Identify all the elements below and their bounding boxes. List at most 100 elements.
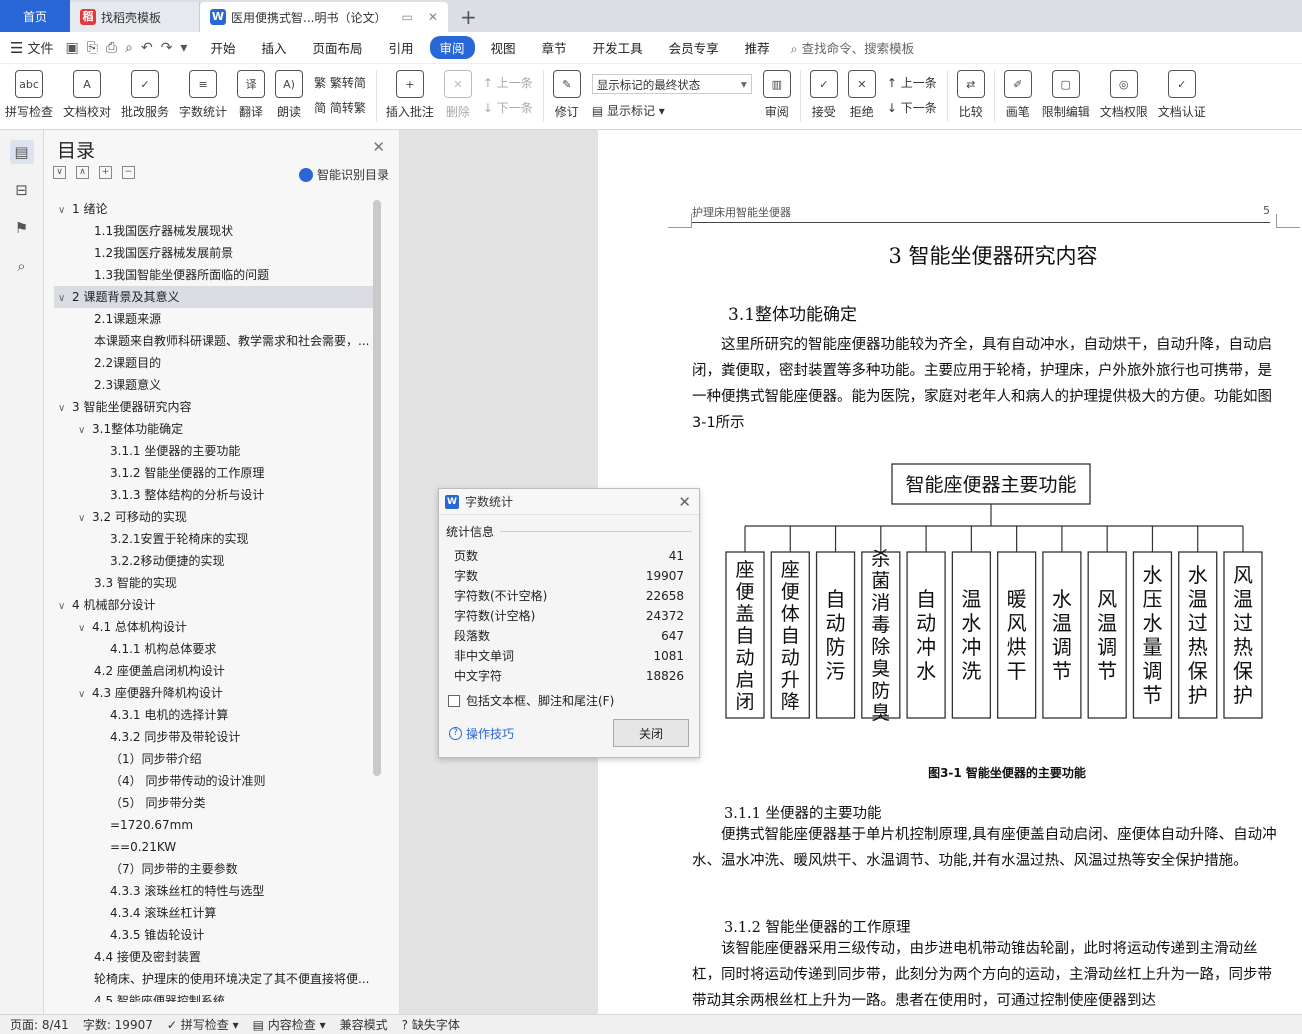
toc-item[interactable]: ∨ 1 绪论 bbox=[54, 198, 374, 220]
dialog-close-icon[interactable]: ✕ bbox=[678, 493, 691, 511]
toc-item[interactable]: ∨ 3 智能坐便器研究内容 bbox=[54, 396, 374, 418]
toc-item[interactable]: 3.2.2移动便捷的实现 bbox=[54, 550, 374, 572]
simp-to-trad-button[interactable]: 简 简转繁 bbox=[314, 99, 366, 116]
toc-item[interactable]: 本课题来自教师科研课题、教学需求和社会需要，... bbox=[54, 330, 374, 352]
prev-revision-button[interactable]: ↑ 上一条 bbox=[887, 74, 937, 91]
checkbox-box[interactable] bbox=[448, 694, 460, 707]
toc-item[interactable]: （7）同步带的主要参数 bbox=[54, 858, 374, 880]
include-textbox-checkbox[interactable]: 包括文本框、脚注和尾注(F) bbox=[448, 692, 690, 709]
expand-all-icon[interactable]: ∧ bbox=[76, 166, 89, 179]
file-menu[interactable]: ☰ 文件 bbox=[10, 38, 53, 58]
toc-item[interactable]: 2.3课题意义 bbox=[54, 374, 374, 396]
doc-proof-button[interactable]: A 文档校对 bbox=[58, 70, 116, 120]
toc-item[interactable]: 3.3 智能的实现 bbox=[54, 572, 374, 594]
chevron-down-icon[interactable]: ∨ bbox=[78, 508, 92, 528]
search-icon[interactable]: ⌕ bbox=[10, 254, 34, 278]
revise-button[interactable]: ✎ 修订 bbox=[548, 70, 586, 120]
dialog-close-button[interactable]: 关闭 bbox=[613, 719, 689, 747]
toc-item[interactable]: 4.3.5 锥齿轮设计 bbox=[54, 924, 374, 946]
redo-icon[interactable]: ↷ bbox=[161, 40, 173, 56]
toc-scrollbar[interactable] bbox=[373, 200, 381, 776]
toc-item[interactable]: 3.2.1安置于轮椅床的实现 bbox=[54, 528, 374, 550]
toc-item[interactable]: 4.5 智能座便器控制系统 bbox=[54, 990, 374, 1002]
print-icon[interactable]: ⎙ bbox=[106, 40, 117, 56]
menu-review[interactable]: 审阅 bbox=[429, 36, 475, 59]
chevron-down-icon[interactable]: ∨ bbox=[78, 684, 92, 704]
accept-button[interactable]: ✓ 接受 bbox=[805, 70, 843, 120]
toc-item[interactable]: 轮椅床、护理床的使用环境决定了其不便直接将便... bbox=[54, 968, 374, 990]
chevron-down-icon[interactable]: ∨ bbox=[58, 288, 72, 308]
toc-item[interactable]: 4.3.4 滚珠丝杠计算 bbox=[54, 902, 374, 924]
toc-item[interactable]: ∨ 4 机械部分设计 bbox=[54, 594, 374, 616]
reject-button[interactable]: ✕ 拒绝 bbox=[843, 70, 881, 120]
toc-item[interactable]: （5） 同步带分类 bbox=[54, 792, 374, 814]
chevron-down-icon[interactable]: ∨ bbox=[58, 398, 72, 418]
command-search[interactable]: ⌕ 查找命令、搜索模板 bbox=[791, 38, 915, 57]
more-icon[interactable]: ▾ bbox=[180, 40, 187, 56]
toc-item[interactable]: ∨ 4.1 总体机构设计 bbox=[54, 616, 374, 638]
read-aloud-button[interactable]: A) 朗读 bbox=[270, 70, 308, 120]
menu-view[interactable]: 视图 bbox=[481, 36, 526, 59]
toc-item[interactable]: =1720.67mm bbox=[54, 814, 374, 836]
status-words[interactable]: 字数: 19907 bbox=[83, 1016, 153, 1033]
new-tab-button[interactable]: + bbox=[448, 2, 489, 32]
toc-item[interactable]: 1.1我国医疗器械发展现状 bbox=[54, 220, 374, 242]
menu-chapter[interactable]: 章节 bbox=[532, 36, 577, 59]
toc-item[interactable]: （4） 同步带传动的设计准则 bbox=[54, 770, 374, 792]
toc-item[interactable]: 3.1.1 坐便器的主要功能 bbox=[54, 440, 374, 462]
toc-item[interactable]: 4.1.1 机构总体要求 bbox=[54, 638, 374, 660]
status-content-button[interactable]: ▤ 内容检查 ▾ bbox=[253, 1016, 326, 1033]
toc-item[interactable]: 1.3我国智能坐便器所面临的问题 bbox=[54, 264, 374, 286]
next-revision-button[interactable]: ↓ 下一条 bbox=[887, 99, 937, 116]
export-icon[interactable]: ⎘ bbox=[87, 40, 98, 56]
navigation-icon[interactable]: ⊟ bbox=[10, 178, 34, 202]
tab-document[interactable]: W 医用便携式智...明书（论文） ▭ ✕ bbox=[200, 2, 448, 32]
toc-item[interactable]: 3.1.2 智能坐便器的工作原理 bbox=[54, 462, 374, 484]
toc-icon[interactable]: ▤ bbox=[9, 140, 34, 164]
spell-check-button[interactable]: abc 拼写检查 bbox=[0, 70, 58, 120]
toc-item[interactable]: 4.3.1 电机的选择计算 bbox=[54, 704, 374, 726]
menu-member[interactable]: 会员专享 bbox=[659, 36, 729, 59]
chevron-down-icon[interactable]: ∨ bbox=[58, 596, 72, 616]
remove-level-icon[interactable]: − bbox=[122, 166, 135, 179]
tab-close-icon[interactable]: ✕ bbox=[422, 10, 438, 24]
status-font-button[interactable]: ? 缺失字体 bbox=[402, 1016, 460, 1033]
insert-comment-button[interactable]: + 插入批注 bbox=[381, 70, 439, 120]
delete-comment-button[interactable]: ✕ 删除 bbox=[439, 70, 477, 120]
status-spell-button[interactable]: ✓ 拼写检查 ▾ bbox=[167, 1016, 239, 1033]
toc-item[interactable]: 2.1课题来源 bbox=[54, 308, 374, 330]
toc-item[interactable]: ∨ 3.2 可移动的实现 bbox=[54, 506, 374, 528]
collapse-all-icon[interactable]: ∨ bbox=[53, 166, 66, 179]
bookmark-icon[interactable]: ⚑ bbox=[10, 216, 34, 240]
toc-item[interactable]: 4.2 座便盖启闭机构设计 bbox=[54, 660, 374, 682]
menu-layout[interactable]: 页面布局 bbox=[302, 36, 372, 59]
review-pane-button[interactable]: ▥ 审阅 bbox=[758, 70, 796, 120]
save-icon[interactable]: ▣ bbox=[65, 40, 78, 56]
status-page[interactable]: 页面: 8/41 bbox=[10, 1016, 69, 1033]
menu-insert[interactable]: 插入 bbox=[251, 36, 296, 59]
toc-item[interactable]: 4.3.2 同步带及带轮设计 bbox=[54, 726, 374, 748]
toc-item[interactable]: ∨ 2 课题背景及其意义 bbox=[54, 286, 374, 308]
toc-item[interactable]: 4.3.3 滚珠丝杠的特性与选型 bbox=[54, 880, 374, 902]
menu-references[interactable]: 引用 bbox=[379, 36, 424, 59]
trad-to-simp-button[interactable]: 繁 繁转简 bbox=[314, 74, 366, 91]
chevron-down-icon[interactable]: ∨ bbox=[78, 618, 92, 638]
undo-icon[interactable]: ↶ bbox=[141, 40, 153, 56]
show-markup-button[interactable]: ▤ 显示标记 ▾ bbox=[592, 102, 752, 119]
tab-screen-icon[interactable]: ▭ bbox=[396, 10, 413, 24]
tips-link[interactable]: ? 操作技巧 bbox=[449, 725, 514, 742]
menu-start[interactable]: 开始 bbox=[200, 36, 245, 59]
add-level-icon[interactable]: + bbox=[99, 166, 112, 179]
toc-item[interactable]: 4.4 接便及密封装置 bbox=[54, 946, 374, 968]
prev-comment-button[interactable]: ↑ 上一条 bbox=[483, 74, 533, 91]
chevron-down-icon[interactable]: ∨ bbox=[78, 420, 92, 440]
restrict-edit-button[interactable]: ▢ 限制编辑 bbox=[1037, 70, 1095, 120]
markup-state-select[interactable]: 显示标记的最终状态 bbox=[591, 74, 752, 94]
toc-item[interactable]: （1）同步带介绍 bbox=[54, 748, 374, 770]
translate-button[interactable]: 译翻译 bbox=[232, 70, 270, 120]
toc-item[interactable]: 3.1.3 整体结构的分析与设计 bbox=[54, 484, 374, 506]
document-page[interactable]: 护理床用智能坐便器 5 3 智能坐便器研究内容 3.1整体功能确定 这里所研究的… bbox=[598, 130, 1302, 1014]
doc-cert-button[interactable]: ✓ 文档认证 bbox=[1153, 70, 1211, 120]
dialog-titlebar[interactable]: W 字数统计 ✕ bbox=[439, 489, 699, 515]
preview-icon[interactable]: ⌕ bbox=[125, 40, 133, 56]
